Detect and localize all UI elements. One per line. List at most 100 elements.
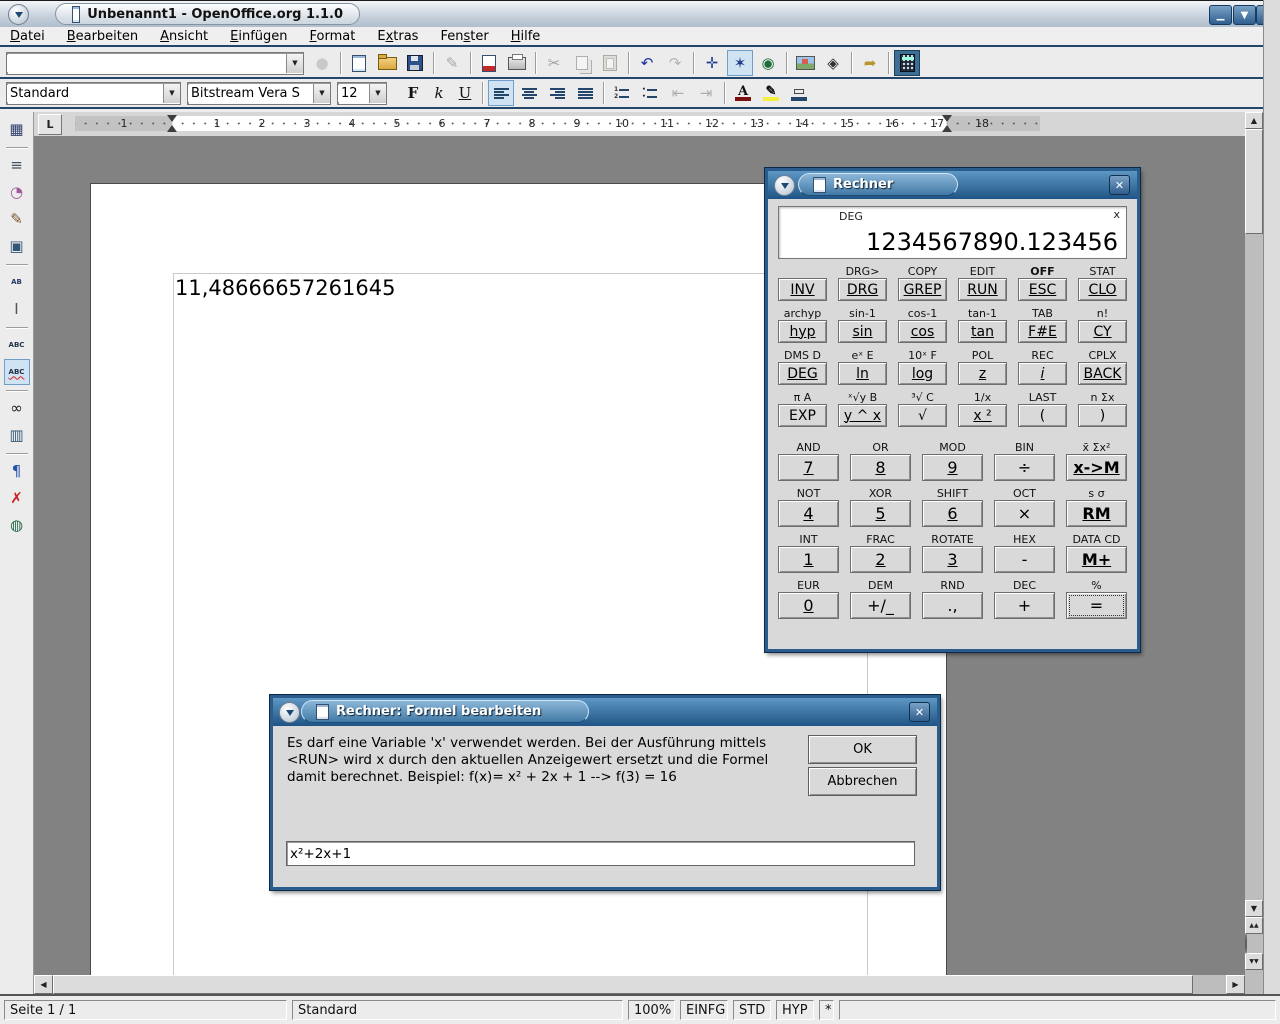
window-menu-button[interactable]	[8, 4, 29, 25]
minimize-button[interactable]: ▁	[1209, 5, 1232, 25]
draw-functions-icon[interactable]: ✎	[4, 206, 30, 232]
menu-fenster[interactable]: Fenster	[440, 29, 488, 44]
status-insertmode[interactable]: EINFG	[680, 1000, 728, 1020]
font-color-button[interactable]: A	[730, 80, 756, 106]
formula-input[interactable]	[286, 841, 915, 866]
data-sources-small-icon[interactable]: ▥	[4, 422, 30, 448]
calculator-window-menu-button[interactable]	[774, 175, 795, 196]
calc-button-y-x[interactable]: y ^ x	[838, 404, 887, 427]
cancel-button[interactable]: Abbrechen	[808, 767, 917, 796]
calc-button-9[interactable]: 9	[922, 454, 983, 481]
new-document-icon[interactable]	[346, 50, 372, 76]
menu-ansicht[interactable]: Ansicht	[160, 29, 208, 44]
status-extra[interactable]	[839, 1000, 1276, 1020]
font-size-input[interactable]	[338, 85, 369, 102]
scroll-left-icon[interactable]: ◀	[34, 975, 53, 994]
horizontal-scrollbar[interactable]: ◀ ▶	[34, 975, 1245, 994]
chevron-down-icon[interactable]: ▼	[313, 84, 330, 103]
formula-dialog[interactable]: Rechner: Formel bearbeiten ✕ Es darf ein…	[270, 695, 940, 890]
undo-icon[interactable]: ↶	[634, 50, 660, 76]
calc-button-i[interactable]: i	[1018, 362, 1067, 385]
calc-button-[interactable]: =	[1066, 592, 1127, 619]
calculator-window[interactable]: Rechner ✕ DEG x 1234567890.123456 INVDRG…	[765, 168, 1140, 652]
calculator-close-icon[interactable]: ✕	[1109, 175, 1130, 195]
maximize-button[interactable]: ▼	[1233, 5, 1256, 25]
url-input[interactable]	[7, 55, 286, 72]
form-functions-icon[interactable]: ▣	[4, 233, 30, 259]
scroll-down-icon[interactable]: ▼	[1245, 900, 1263, 917]
font-size-combobox[interactable]: ▼	[337, 82, 387, 105]
calc-button-[interactable]: +/_	[850, 592, 911, 619]
calc-button-[interactable]: ×	[994, 500, 1055, 527]
bold-button[interactable]: F	[401, 81, 425, 105]
font-name-input[interactable]	[188, 85, 313, 102]
calculator-titlebar[interactable]: Rechner ✕	[768, 171, 1137, 199]
calc-button-6[interactable]: 6	[922, 500, 983, 527]
background-color-button[interactable]: ▭	[786, 80, 812, 106]
autospellcheck-icon[interactable]: ABC	[4, 359, 30, 385]
paragraph-style-input[interactable]	[7, 85, 163, 102]
calc-button-0[interactable]: 0	[778, 592, 839, 619]
next-page-icon[interactable]: ▼▼	[1245, 953, 1263, 970]
calc-button-log[interactable]: log	[898, 362, 947, 385]
vertical-scrollbar-thumb[interactable]	[1245, 129, 1263, 234]
indent-marker-right[interactable]	[942, 115, 952, 132]
calc-button-[interactable]: )	[1078, 404, 1127, 427]
main-window-titlebar[interactable]: Unbenannt1 - OpenOffice.org 1.1.0 ▁ ▼ ✕	[0, 0, 1280, 29]
document-globe-icon[interactable]: ◉	[755, 50, 781, 76]
calc-button-grep[interactable]: GREP	[898, 278, 947, 301]
status-zoom[interactable]: 100%	[628, 1000, 675, 1020]
italic-button[interactable]: k	[427, 81, 451, 105]
align-left-button[interactable]	[488, 80, 514, 106]
hyperlink-arrow-icon[interactable]: ➦	[857, 50, 883, 76]
paste-icon[interactable]	[597, 50, 623, 76]
copy-icon[interactable]	[569, 50, 595, 76]
calc-button-rm[interactable]: RM	[1066, 500, 1127, 527]
calc-button-sin[interactable]: sin	[838, 320, 887, 343]
indent-marker-left[interactable]	[167, 115, 177, 132]
scroll-right-icon[interactable]: ▶	[1226, 975, 1245, 994]
calc-button-[interactable]: √	[898, 404, 947, 427]
horizontal-ruler[interactable]: L 1123456789101112131415161718	[34, 112, 1245, 137]
cut-icon[interactable]: ✂	[541, 50, 567, 76]
save-file-icon[interactable]	[402, 50, 428, 76]
chevron-down-icon[interactable]: ▼	[369, 84, 386, 103]
window-title-tab[interactable]: Unbenannt1 - OpenOffice.org 1.1.0	[55, 3, 360, 25]
calc-button-[interactable]: +	[994, 592, 1055, 619]
gallery-icon[interactable]	[792, 50, 818, 76]
stop-loading-icon[interactable]: ●	[309, 50, 335, 76]
calc-button-4[interactable]: 4	[778, 500, 839, 527]
dialog-close-icon[interactable]: ✕	[909, 702, 930, 722]
increase-indent-button[interactable]: ⇥	[693, 80, 719, 106]
scroll-up-icon[interactable]: ▲	[1245, 112, 1263, 129]
align-center-button[interactable]	[516, 80, 542, 106]
calculator-title-tab[interactable]: Rechner	[798, 173, 958, 196]
align-right-button[interactable]	[544, 80, 570, 106]
ok-button[interactable]: OK	[808, 735, 917, 764]
insert-object-icon[interactable]: ◔	[4, 179, 30, 205]
status-pagestyle[interactable]: Standard	[292, 1000, 623, 1020]
calc-button-tan[interactable]: tan	[958, 320, 1007, 343]
chevron-down-icon[interactable]: ▼	[163, 84, 180, 103]
calc-button-hyp[interactable]: hyp	[778, 320, 827, 343]
print-file-icon[interactable]	[504, 50, 530, 76]
decrease-indent-button[interactable]: ⇤	[665, 80, 691, 106]
direct-cursor-icon[interactable]: I	[4, 296, 30, 322]
autotext-icon[interactable]: AB	[4, 269, 30, 295]
calc-button-5[interactable]: 5	[850, 500, 911, 527]
calc-button-drg[interactable]: DRG	[838, 278, 887, 301]
menu-einfuegen[interactable]: Einfügen	[230, 29, 287, 44]
bullet-list-button[interactable]: ••	[637, 80, 663, 106]
open-file-icon[interactable]	[374, 50, 400, 76]
calc-button-deg[interactable]: DEG	[778, 362, 827, 385]
url-combobox[interactable]: ▼	[6, 52, 304, 75]
calc-button-inv[interactable]: INV	[778, 278, 827, 301]
insert-fields-icon[interactable]: ≡	[4, 152, 30, 178]
previous-page-icon[interactable]: ▲▲	[1245, 917, 1263, 934]
navigator-compass-icon[interactable]: ✛	[699, 50, 725, 76]
calc-button-8[interactable]: 8	[850, 454, 911, 481]
horizontal-scrollbar-thumb[interactable]	[53, 975, 1193, 994]
mail-document-icon[interactable]	[476, 50, 502, 76]
document-text[interactable]: 11,48666657261645	[175, 276, 395, 300]
find-replace-icon[interactable]: ∞	[4, 395, 30, 421]
